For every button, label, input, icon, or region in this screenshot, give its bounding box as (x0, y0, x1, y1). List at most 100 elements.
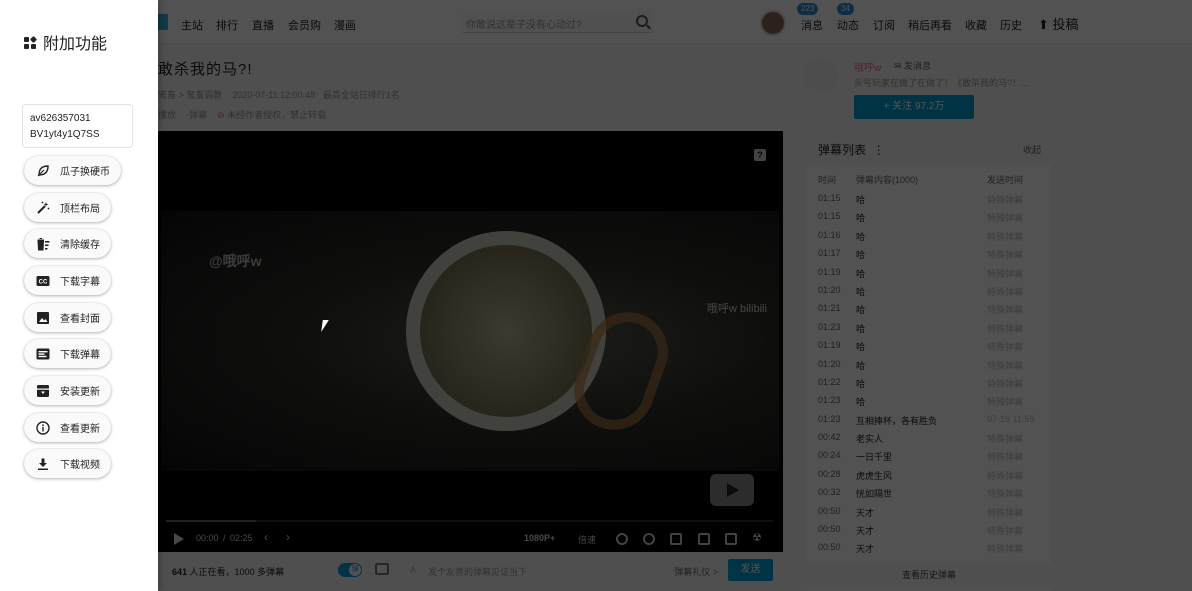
danmaku-row[interactable]: 01:23 互相捧杯，各有胜负 07-16 11:59 (807, 411, 1051, 429)
danmaku-row[interactable]: 00:32 恍如隔世 特殊弹幕 (807, 484, 1051, 502)
send-button[interactable]: 发送 (728, 559, 773, 581)
fullscreen-icon[interactable]: ☢ (752, 531, 762, 544)
col-content[interactable]: 弹幕内容(1000) (856, 173, 918, 186)
video-id-box[interactable]: av626357031 BV1yt4y1Q7SS (22, 104, 133, 148)
danmaku-etiquette-link[interactable]: 弹幕礼仪 > (674, 565, 718, 578)
danmaku-row[interactable]: 00:24 一日千里 特殊弹幕 (807, 447, 1051, 465)
download-video-label: 下载视频 (60, 460, 100, 471)
picture-in-picture-icon[interactable] (670, 533, 682, 545)
upload-label: 投稿 (1052, 17, 1079, 32)
quality-button[interactable]: 1080P+ (524, 533, 555, 543)
bilibili-watermark: 哦呼w bilibili (707, 303, 767, 315)
nav-subscriptions[interactable]: 订阅 (873, 17, 895, 33)
danmaku-settings-icon[interactable] (375, 563, 389, 575)
danmaku-row[interactable]: 00:42 老实人 特殊弹幕 (807, 429, 1051, 447)
danmaku-row[interactable]: 01:16 哈 特殊弹幕 (807, 227, 1051, 245)
view-cover-button[interactable]: 查看封面 (24, 303, 111, 332)
danmaku-row[interactable]: 01:15 哈 特殊弹幕 (807, 190, 1051, 208)
history-danmaku-button[interactable]: 查看历史弹幕 (807, 563, 1051, 587)
web-fullscreen-icon[interactable] (725, 533, 737, 545)
danmaku-row[interactable]: 01:21 哈 特殊弹幕 (807, 300, 1051, 318)
uploader-avatar[interactable] (804, 58, 838, 92)
search-icon[interactable] (636, 15, 648, 27)
danmaku-content: 哈 (856, 323, 866, 334)
help-icon[interactable]: ? (754, 149, 766, 161)
danmaku-toggle[interactable] (338, 563, 362, 577)
danmaku-row[interactable]: 01:19 哈 特殊弹幕 (807, 264, 1051, 282)
nav-messages[interactable]: 消息 (801, 17, 823, 33)
volume-icon[interactable] (616, 533, 628, 545)
col-sent[interactable]: 发送时间 (987, 173, 1023, 186)
video-player[interactable]: ? @哦呼w 哦呼w bilibili 00:00 / 02:25 ‹ › 10… (158, 131, 783, 552)
danmaku-row[interactable]: 00:50 天才 特殊弹幕 (807, 521, 1051, 539)
video-frame[interactable]: @哦呼w 哦呼w bilibili (161, 211, 779, 471)
nav-manga[interactable]: 漫画 (334, 17, 356, 33)
danmaku-time: 00:50 (818, 505, 841, 516)
navbar-layout-button[interactable]: 顶栏布局 (24, 193, 111, 222)
danmaku-row[interactable]: 01:17 哈 特殊弹幕 (807, 245, 1051, 263)
prev-icon[interactable]: ‹ (264, 530, 268, 544)
bv-id[interactable]: BV1yt4y1Q7SS (30, 127, 125, 143)
danmaku-row[interactable]: 00:28 虎虎生风 特殊弹幕 (807, 466, 1051, 484)
danmaku-content: 哈 (856, 378, 866, 389)
extra-features-panel: 附加功能 av626357031 BV1yt4y1Q7SS 瓜子换硬币 顶栏布局… (0, 0, 158, 591)
nav-favorites[interactable]: 收藏 (965, 17, 987, 33)
danmaku-row[interactable]: 00:50 天才 特殊弹幕 (807, 503, 1051, 521)
nav-ranking[interactable]: 排行 (216, 17, 238, 33)
danmaku-list-header: 弹幕列表 ⋮ 收起 (807, 131, 1051, 165)
progress-bar[interactable] (166, 520, 773, 522)
danmaku-row[interactable]: 01:23 哈 特殊弹幕 (807, 319, 1051, 337)
nav-history[interactable]: 历史 (1000, 17, 1022, 33)
nav-watch-later[interactable]: 稍后再看 (908, 17, 952, 33)
send-message-label: 发消息 (904, 61, 932, 71)
col-time[interactable]: 时间 (818, 173, 836, 186)
clear-cache-button[interactable]: 清除缓存 (24, 229, 111, 258)
danmaku-content: 互相捧杯，各有胜负 (856, 415, 938, 426)
collapse-button[interactable]: 收起 (1023, 143, 1041, 156)
danmaku-input[interactable]: A 发个友善的弹幕见证当下 弹幕礼仪 > (404, 559, 724, 581)
user-avatar[interactable] (760, 10, 786, 36)
danmaku-row[interactable]: 01:23 哈 特殊弹幕 (807, 392, 1051, 410)
danmaku-sent-time: 特殊弹幕 (987, 507, 1024, 518)
download-danmaku-button[interactable]: 下载弹幕 (24, 339, 111, 368)
danmaku-sent-time: 07-16 11:59 (987, 413, 1035, 424)
tv-play-icon[interactable] (710, 474, 754, 506)
upload-button[interactable]: ⬆︎ 投稿 (1038, 14, 1079, 33)
av-id[interactable]: av626357031 (30, 111, 125, 127)
download-video-button[interactable]: 下载视频 (24, 449, 111, 478)
bilibili-logo[interactable] (158, 14, 168, 30)
install-update-button[interactable]: 安装更新 (24, 376, 111, 405)
danmaku-time: 00:50 (818, 524, 841, 535)
nav-dynamic[interactable]: 动态 (837, 17, 859, 33)
speed-button[interactable]: 倍速 (578, 533, 596, 546)
danmaku-time: 00:42 (818, 432, 841, 443)
view-updates-button[interactable]: 查看更新 (24, 413, 111, 442)
exchange-coins-button[interactable]: 瓜子换硬币 (24, 156, 121, 185)
danmaku-row[interactable]: 01:15 哈 特殊弹幕 (807, 208, 1051, 226)
nav-mall[interactable]: 会员购 (288, 17, 321, 33)
danmaku-row[interactable]: 01:22 哈 特殊弹幕 (807, 374, 1051, 392)
video-category[interactable]: 鬼畜 > 鬼畜调教 (158, 90, 222, 100)
nav-live[interactable]: 直播 (252, 17, 274, 33)
font-icon[interactable]: A (410, 565, 416, 575)
danmaku-sent-time: 特殊弹幕 (987, 286, 1024, 297)
danmaku-sent-time: 特殊弹幕 (987, 305, 1024, 316)
video-rank[interactable]: 最高全站日排行1名 (323, 90, 400, 100)
play-icon[interactable] (174, 533, 184, 545)
danmaku-row[interactable]: 01:20 哈 特殊弹幕 (807, 356, 1051, 374)
danmaku-row[interactable]: 01:19 哈 特殊弹幕 (807, 337, 1051, 355)
danmaku-sent-time: 特殊弹幕 (987, 268, 1024, 279)
danmaku-row[interactable]: 00:50 天才 特殊弹幕 (807, 539, 1051, 557)
widescreen-icon[interactable] (698, 533, 710, 545)
follow-button[interactable]: + 关注 97.2万 (854, 95, 974, 119)
uploader-name[interactable]: 哦呼w (854, 59, 881, 74)
danmaku-row[interactable]: 01:20 哈 特殊弹幕 (807, 282, 1051, 300)
next-icon[interactable]: › (286, 530, 290, 544)
send-message-link[interactable]: ✉ 发消息 (894, 59, 931, 72)
nav-home[interactable]: 主站 (181, 17, 203, 33)
search-input[interactable]: 你敢说这辈子没有心动过? (462, 11, 652, 33)
progress-buffer (166, 520, 256, 522)
settings-icon[interactable] (643, 533, 655, 545)
more-icon[interactable]: ⋮ (873, 143, 885, 157)
download-subtitles-button[interactable]: CC 下载字幕 (24, 266, 111, 295)
